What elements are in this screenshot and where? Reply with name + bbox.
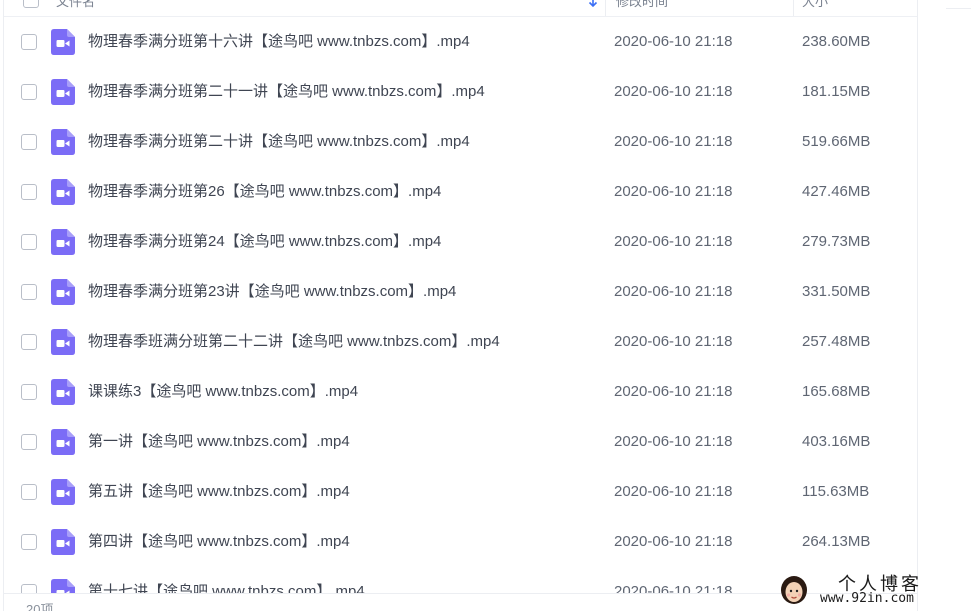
- file-name[interactable]: 课课练3【途鸟吧 www.tnbzs.com】.mp4: [88, 367, 358, 417]
- row-checkbox[interactable]: [21, 384, 37, 400]
- row-checkbox[interactable]: [21, 184, 37, 200]
- file-name[interactable]: 物理春季满分班第23讲【途鸟吧 www.tnbzs.com】.mp4: [88, 267, 456, 317]
- video-file-icon: [51, 429, 75, 455]
- sort-arrow-icon[interactable]: [587, 0, 599, 9]
- file-modified-time: 2020-06-10 21:18: [614, 483, 733, 500]
- file-name[interactable]: 物理春季班满分班第二十二讲【途鸟吧 www.tnbzs.com】.mp4: [88, 317, 500, 367]
- file-list-panel: 文件名 修改时间 大小 物理春季满分班第十六讲【途鸟吧 www.tnbzs.co…: [3, 0, 918, 611]
- file-list-header: 文件名 修改时间 大小: [4, 0, 917, 17]
- select-all-checkbox[interactable]: [23, 0, 39, 8]
- file-row[interactable]: 第一讲【途鸟吧 www.tnbzs.com】.mp4 2020-06-10 21:…: [4, 417, 917, 467]
- file-modified-time: 2020-06-10 21:18: [614, 233, 733, 250]
- video-file-icon: [51, 379, 75, 405]
- video-file-icon: [51, 179, 75, 205]
- file-name[interactable]: 物理春季满分班第二十一讲【途鸟吧 www.tnbzs.com】.mp4: [88, 67, 485, 117]
- file-modified-time: 2020-06-10 21:18: [614, 533, 733, 550]
- file-name[interactable]: 物理春季满分班第二十讲【途鸟吧 www.tnbzs.com】.mp4: [88, 117, 470, 167]
- file-size: 264.13MB: [802, 533, 871, 550]
- row-checkbox[interactable]: [21, 334, 37, 350]
- row-checkbox[interactable]: [21, 284, 37, 300]
- video-file-icon: [51, 29, 75, 55]
- row-checkbox[interactable]: [21, 234, 37, 250]
- video-file-icon: [51, 329, 75, 355]
- video-file-icon: [51, 79, 75, 105]
- file-name[interactable]: 第五讲【途鸟吧 www.tnbzs.com】.mp4: [88, 467, 350, 517]
- watermark: 个人博客 www.92in.com: [776, 568, 971, 611]
- file-name[interactable]: 第四讲【途鸟吧 www.tnbzs.com】.mp4: [88, 517, 350, 567]
- watermark-url: www.92in.com: [820, 591, 914, 606]
- item-count: 20项: [26, 602, 54, 611]
- file-size: 181.15MB: [802, 83, 871, 100]
- file-name[interactable]: 物理春季满分班第24【途鸟吧 www.tnbzs.com】.mp4: [88, 217, 441, 267]
- file-size: 238.60MB: [802, 33, 871, 50]
- file-name[interactable]: 第一讲【途鸟吧 www.tnbzs.com】.mp4: [88, 417, 350, 467]
- file-size: 427.46MB: [802, 183, 871, 200]
- file-modified-time: 2020-06-10 21:18: [614, 283, 733, 300]
- file-modified-time: 2020-06-10 21:18: [614, 133, 733, 150]
- file-row[interactable]: 物理春季满分班第26【途鸟吧 www.tnbzs.com】.mp4 2020-06…: [4, 167, 917, 217]
- file-row[interactable]: 物理春季满分班第十六讲【途鸟吧 www.tnbzs.com】.mp4 2020-0…: [4, 17, 917, 67]
- file-name[interactable]: 物理春季满分班第26【途鸟吧 www.tnbzs.com】.mp4: [88, 167, 441, 217]
- column-divider[interactable]: [605, 0, 606, 16]
- file-row[interactable]: 物理春季满分班第二十讲【途鸟吧 www.tnbzs.com】.mp4 2020-0…: [4, 117, 917, 167]
- column-header-size[interactable]: 大小: [802, 0, 828, 16]
- file-size: 165.68MB: [802, 383, 871, 400]
- row-checkbox[interactable]: [21, 534, 37, 550]
- divider: [946, 8, 971, 9]
- file-modified-time: 2020-06-10 21:18: [614, 33, 733, 50]
- file-row[interactable]: 物理春季满分班第23讲【途鸟吧 www.tnbzs.com】.mp4 2020-0…: [4, 267, 917, 317]
- file-row[interactable]: 物理春季满分班第24【途鸟吧 www.tnbzs.com】.mp4 2020-06…: [4, 217, 917, 267]
- video-file-icon: [51, 129, 75, 155]
- file-size: 403.16MB: [802, 433, 871, 450]
- file-size: 331.50MB: [802, 283, 871, 300]
- row-checkbox[interactable]: [21, 484, 37, 500]
- file-size: 115.63MB: [802, 483, 870, 500]
- file-row[interactable]: 课课练3【途鸟吧 www.tnbzs.com】.mp4 2020-06-10 21…: [4, 367, 917, 417]
- file-row[interactable]: 第四讲【途鸟吧 www.tnbzs.com】.mp4 2020-06-10 21:…: [4, 517, 917, 567]
- file-modified-time: 2020-06-10 21:18: [614, 433, 733, 450]
- file-size: 257.48MB: [802, 333, 871, 350]
- file-row[interactable]: 物理春季满分班第二十一讲【途鸟吧 www.tnbzs.com】.mp4 2020-…: [4, 67, 917, 117]
- file-modified-time: 2020-06-10 21:18: [614, 333, 733, 350]
- file-row[interactable]: 第五讲【途鸟吧 www.tnbzs.com】.mp4 2020-06-10 21:…: [4, 467, 917, 517]
- column-header-name[interactable]: 文件名: [56, 0, 95, 16]
- avatar-icon: [781, 576, 807, 604]
- row-checkbox[interactable]: [21, 34, 37, 50]
- video-file-icon: [51, 229, 75, 255]
- row-checkbox[interactable]: [21, 84, 37, 100]
- video-file-icon: [51, 279, 75, 305]
- column-header-modified[interactable]: 修改时间: [616, 0, 668, 16]
- row-checkbox[interactable]: [21, 134, 37, 150]
- file-size: 279.73MB: [802, 233, 871, 250]
- file-size: 519.66MB: [802, 133, 871, 150]
- column-divider[interactable]: [793, 0, 794, 16]
- file-modified-time: 2020-06-10 21:18: [614, 183, 733, 200]
- video-file-icon: [51, 479, 75, 505]
- row-checkbox[interactable]: [21, 434, 37, 450]
- video-file-icon: [51, 529, 75, 555]
- file-modified-time: 2020-06-10 21:18: [614, 83, 733, 100]
- file-name[interactable]: 物理春季满分班第十六讲【途鸟吧 www.tnbzs.com】.mp4: [88, 17, 470, 67]
- file-row[interactable]: 物理春季班满分班第二十二讲【途鸟吧 www.tnbzs.com】.mp4 2020…: [4, 317, 917, 367]
- file-modified-time: 2020-06-10 21:18: [614, 383, 733, 400]
